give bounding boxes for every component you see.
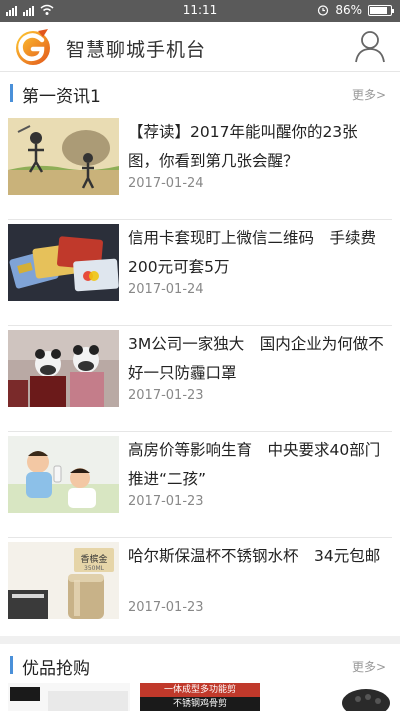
product-thumbnail[interactable] (8, 683, 130, 711)
news-thumbnail (8, 118, 119, 195)
app-logo-icon (16, 29, 50, 65)
news-title: 3M公司一家独大 国内企业为何做不好一只防霾口罩 (128, 335, 384, 382)
battery-icon (368, 4, 394, 16)
section-title: 第一资讯1 (22, 87, 101, 107)
news-thumbnail (8, 330, 119, 407)
user-profile-icon[interactable] (354, 29, 386, 63)
more-link[interactable]: 更多> (352, 86, 386, 103)
section-header-shop: 优品抢购 更多> (0, 644, 400, 686)
news-item[interactable]: 信用卡套现盯上微信二维码 手续费200元可套5万 2017-01-24 (8, 220, 392, 326)
product-banner-line2: 不锈钢鸡骨剪 (140, 697, 260, 711)
app-header: 智慧聊城手机台 (0, 22, 400, 72)
news-thumbnail: 香槟金 350ML (8, 542, 119, 619)
cup-volume-label: 350ML (84, 565, 105, 572)
news-thumbnail (8, 224, 119, 301)
battery-percent: 86% (335, 3, 362, 17)
news-thumbnail (8, 436, 119, 513)
news-title: 信用卡套现盯上微信二维码 手续费200元可套5万 (128, 229, 377, 276)
app-title: 智慧聊城手机台 (66, 39, 207, 61)
section-header-news: 第一资讯1 更多> (0, 72, 400, 114)
news-title: 哈尔斯保温杯不锈钢水杯 34元包邮 (128, 547, 381, 565)
cup-brand-label: 香槟金 (80, 553, 107, 565)
news-date: 2017-01-24 (128, 282, 204, 297)
product-thumbnail[interactable]: 一体成型多功能剪 不锈钢鸡骨剪 (140, 683, 260, 711)
section-accent-bar (10, 84, 13, 102)
news-list: 【荐读】2017年能叫醒你的23张图，你看到第几张会醒？ 2017-01-24 … (0, 114, 400, 644)
more-link[interactable]: 更多> (352, 658, 386, 675)
news-item[interactable]: 香槟金 350ML 哈尔斯保温杯不锈钢水杯 34元包邮 2017-01-23 (8, 538, 392, 644)
news-item[interactable]: 3M公司一家独大 国内企业为何做不好一只防霾口罩 2017-01-23 (8, 326, 392, 432)
shop-product-row: 一体成型多功能剪 不锈钢鸡骨剪 (0, 683, 400, 711)
news-date: 2017-01-23 (128, 388, 204, 403)
news-title: 【荐读】2017年能叫醒你的23张图，你看到第几张会醒？ (128, 123, 358, 170)
news-date: 2017-01-24 (128, 176, 204, 191)
section-accent-bar (10, 656, 13, 674)
alarm-icon (318, 5, 329, 16)
section-title: 优品抢购 (22, 659, 90, 679)
news-title: 高房价等影响生育 中央要求40部门推进“二孩” (128, 441, 381, 488)
news-item[interactable]: 【荐读】2017年能叫醒你的23张图，你看到第几张会醒？ 2017-01-24 (8, 114, 392, 220)
product-thumbnail[interactable] (330, 683, 392, 711)
product-banner-line1: 一体成型多功能剪 (140, 683, 260, 697)
news-date: 2017-01-23 (128, 494, 204, 509)
section-divider (0, 636, 400, 644)
status-bar: 11:11 86% (0, 0, 400, 22)
news-date: 2017-01-23 (128, 600, 204, 615)
news-item[interactable]: 高房价等影响生育 中央要求40部门推进“二孩” 2017-01-23 (8, 432, 392, 538)
